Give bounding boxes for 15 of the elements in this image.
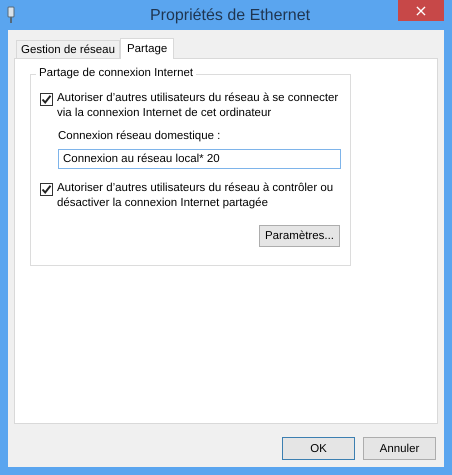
ok-button[interactable]: OK [282, 437, 355, 460]
group-title: Partage de connexion Internet [36, 67, 196, 79]
cancel-button[interactable]: Annuler [363, 437, 436, 460]
close-button[interactable]: × [398, 0, 444, 21]
input-field[interactable]: Connexion au réseau local* 20 [58, 149, 341, 169]
network-plug-icon [6, 6, 16, 24]
checkbox[interactable] [40, 183, 53, 196]
tab[interactable]: Partage [120, 38, 174, 59]
settings-button[interactable]: Paramètres... [258, 225, 340, 247]
checkbox-label: Autoriser d’autres utilisateurs du réseau à se connecter via la connexion Internet de cet ordinateur [57, 91, 340, 121]
tab[interactable]: Gestion de réseau [16, 40, 120, 58]
checkbox-label: Autoriser d’autres utilisateurs du réseau à contrôler ou désactiver la connexion Internet partagée [57, 181, 334, 211]
field-label: Connexion réseau domestique : [58, 129, 222, 144]
window-title: Propriétés de Ethernet [150, 7, 310, 25]
checkbox[interactable] [40, 93, 53, 106]
